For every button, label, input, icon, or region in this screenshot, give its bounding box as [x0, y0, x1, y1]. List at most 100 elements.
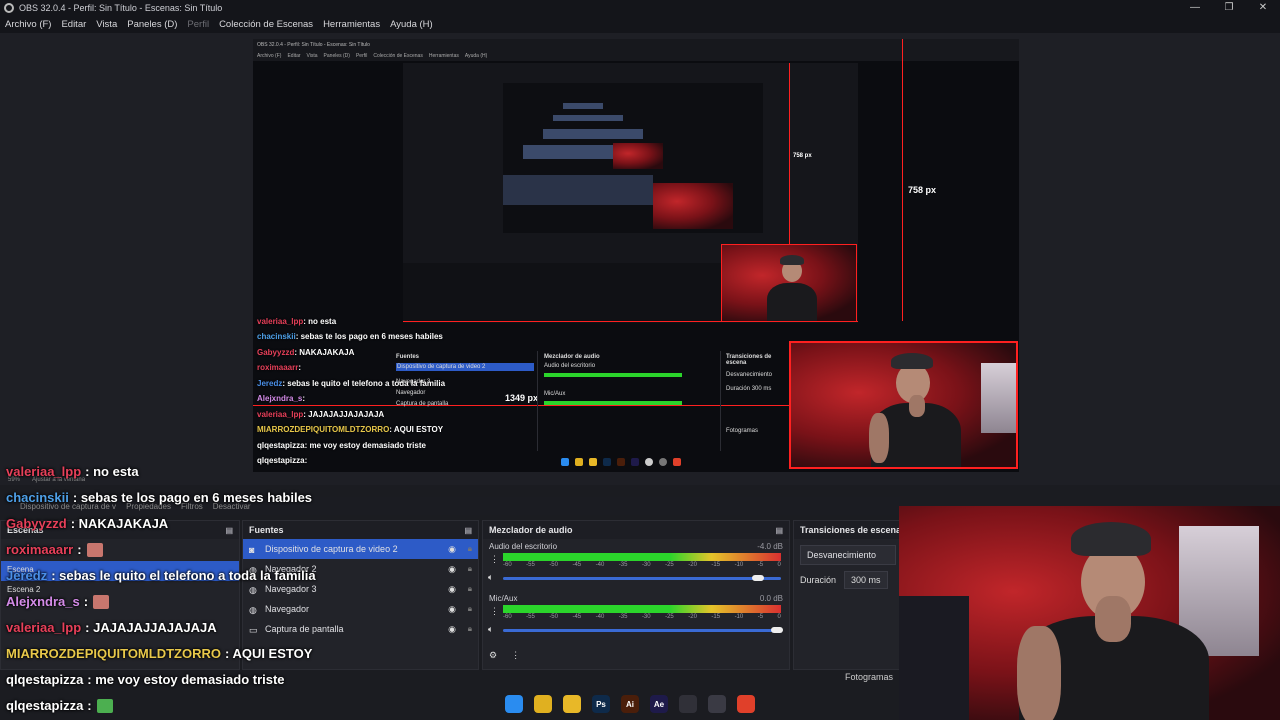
inner-title-bar: OBS 32.0.4 - Perfil: Sin Título - Escena…	[253, 39, 1019, 51]
inner-chat-line: roximaaarr:	[257, 363, 302, 372]
nested-preview-2: 758 px	[403, 63, 858, 263]
preview-area[interactable]: OBS 32.0.4 - Perfil: Sin Título - Escena…	[0, 33, 1280, 485]
recording-icon[interactable]	[708, 695, 726, 713]
source-item[interactable]: ◙ Dispositivo de captura de video 2 ◉ 🔒︎	[243, 539, 478, 559]
menu-coleccion-escenas[interactable]: Colección de Escenas	[214, 19, 318, 30]
visibility-eye-icon[interactable]: ◉	[448, 604, 456, 615]
visibility-eye-icon[interactable]: ◉	[448, 584, 456, 595]
minimize-button[interactable]: —	[1178, 0, 1212, 15]
preview-canvas[interactable]: OBS 32.0.4 - Perfil: Sin Título - Escena…	[253, 39, 1019, 472]
meter-tick-label: 0	[777, 614, 781, 620]
menu-vista[interactable]: Vista	[91, 19, 122, 30]
chrome-icon[interactable]	[534, 695, 552, 713]
duration-input[interactable]: 300 ms	[844, 571, 888, 589]
visibility-eye-icon[interactable]: ◉	[448, 564, 456, 575]
windows-start-icon[interactable]	[505, 695, 523, 713]
source-item[interactable]: ▭ Captura de pantalla ◉ 🔒︎	[243, 619, 478, 639]
source-item[interactable]: ◍ Navegador ◉ 🔒︎	[243, 599, 478, 619]
inner-chat-line: Alejxndra_s:	[257, 394, 306, 403]
chat-text: :	[77, 542, 82, 557]
menu-ayuda[interactable]: Ayuda (H)	[385, 19, 438, 30]
meter-tick-label: -25	[665, 562, 674, 568]
mixer-more-icon[interactable]: ⋮	[511, 650, 520, 661]
meter-tick-label: 0	[777, 562, 781, 568]
meter-tick-label: -60	[503, 562, 512, 568]
dock-menu-icon[interactable]: ▤	[225, 526, 233, 535]
obs-icon[interactable]	[679, 695, 697, 713]
chat-message: chacinskii: sebas te los pago en 6 meses…	[6, 490, 312, 505]
menu-editar[interactable]: Editar	[56, 19, 91, 30]
speaker-icon[interactable]: 🔈︎	[488, 624, 493, 635]
meter-tick-label: -45	[572, 562, 582, 568]
lock-icon[interactable]: 🔒︎	[468, 624, 472, 634]
transitions-dock-title: Transiciones de escena	[800, 525, 902, 535]
brave-icon[interactable]	[737, 695, 755, 713]
speaker-icon[interactable]: 🔈︎	[488, 572, 493, 583]
track-menu-icon[interactable]: ⋮	[490, 554, 499, 565]
meter-tick-label: -55	[526, 562, 535, 568]
chat-message: Jeredz: sebas le quito el telefono a tod…	[6, 568, 316, 583]
source-label: Navegador 3	[265, 584, 317, 594]
menu-archivo[interactable]: Archivo (F)	[0, 19, 56, 30]
illustrator-icon[interactable]: Ai	[621, 695, 639, 713]
menu-perfil[interactable]: Perfil	[182, 19, 214, 30]
track-menu-icon[interactable]: ⋮	[490, 606, 499, 617]
chat-username: valeriaa_lpp	[6, 464, 82, 479]
mixer-footer: ⚙ ⋮	[489, 650, 520, 661]
file-explorer-icon[interactable]	[563, 695, 581, 713]
menu-paneles[interactable]: Paneles (D)	[122, 19, 182, 30]
guide-line	[789, 63, 790, 263]
menu-herramientas[interactable]: Herramientas	[318, 19, 385, 30]
chat-username: MIARROZDEPIQUITOMLDTZORRO	[6, 646, 221, 661]
volume-slider-knob[interactable]	[771, 627, 783, 633]
inner-menu-item: Archivo (F)	[257, 53, 282, 59]
chat-message: Gabyyzzd: NAKAJAKAJA	[6, 516, 168, 531]
meter-tick-label: -10	[734, 562, 744, 568]
volume-slider-knob[interactable]	[752, 575, 765, 581]
level-meter	[503, 553, 781, 561]
chat-message: MIARROZDEPIQUITOMLDTZORRO: AQUI ESTOY	[6, 646, 312, 661]
mixer-track: Mic/Aux 0.0 dB ⋮ -60 -55 -50 -45 -40 -35 -30 -25 -2…	[483, 591, 789, 643]
transitions-dock-header: Transiciones de escena	[794, 521, 902, 539]
inner-chat-line: chacinskii: sebas te los pago en 6 meses…	[257, 332, 443, 341]
lock-icon[interactable]: 🔒︎	[468, 564, 472, 574]
chat-username: Jeredz	[6, 568, 48, 583]
meter-tick-label: -50	[549, 614, 558, 620]
meter-tick-label: -30	[641, 562, 651, 568]
chat-text: : JAJAJAJJAJAJAJA	[85, 620, 217, 635]
mixer-settings-icon[interactable]: ⚙	[489, 650, 497, 661]
maximize-button[interactable]: ❐	[1212, 0, 1246, 15]
lock-icon[interactable]: 🔒︎	[468, 544, 472, 554]
chat-message: valeriaa_lpp: no esta	[6, 464, 139, 479]
source-label: Captura de pantalla	[265, 624, 344, 634]
mixer-dock-title: Mezclador de audio	[489, 525, 573, 535]
transition-type-select[interactable]: Desvanecimiento	[800, 545, 896, 565]
dock-menu-icon[interactable]: ▤	[775, 526, 783, 535]
sources-dock-header: Fuentes ▤	[243, 521, 478, 539]
volume-slider[interactable]	[503, 577, 781, 580]
recursive-window	[543, 129, 643, 139]
close-button[interactable]: ✕	[1246, 0, 1280, 15]
volume-slider[interactable]	[503, 629, 781, 632]
photoshop-icon[interactable]: Ps	[592, 695, 610, 713]
obs-logo-icon	[4, 2, 14, 13]
meter-tick-label: -20	[688, 562, 697, 568]
lock-icon[interactable]: 🔒︎	[468, 604, 472, 614]
visibility-eye-icon[interactable]: ◉	[448, 624, 456, 635]
window-controls: — ❐ ✕	[1178, 0, 1280, 15]
nested-webcam	[653, 183, 733, 229]
inner-docks: Fuentes Dispositivo de captura de video …	[393, 351, 789, 451]
lock-icon[interactable]: 🔒︎	[468, 584, 472, 594]
chat-text: :	[87, 698, 92, 713]
sources-list: ◙ Dispositivo de captura de video 2 ◉ 🔒︎ ◍ Na…	[243, 539, 478, 639]
chat-username: roximaaarr	[6, 542, 74, 557]
obs-screen: OBS 32.0.4 - Perfil: Sin Título - Escena…	[0, 0, 1280, 720]
nested-preview: 758 px	[403, 63, 858, 323]
after-effects-icon[interactable]: Ae	[650, 695, 668, 713]
chat-text: : AQUI ESTOY	[224, 646, 313, 661]
nested-preview-3	[503, 83, 763, 233]
chat-message: valeriaa_lpp: JAJAJAJJAJAJAJA	[6, 620, 217, 635]
dock-menu-icon[interactable]: ▤	[464, 526, 472, 535]
visibility-eye-icon[interactable]: ◉	[448, 544, 456, 555]
webcam-source-selected[interactable]	[789, 341, 1018, 469]
